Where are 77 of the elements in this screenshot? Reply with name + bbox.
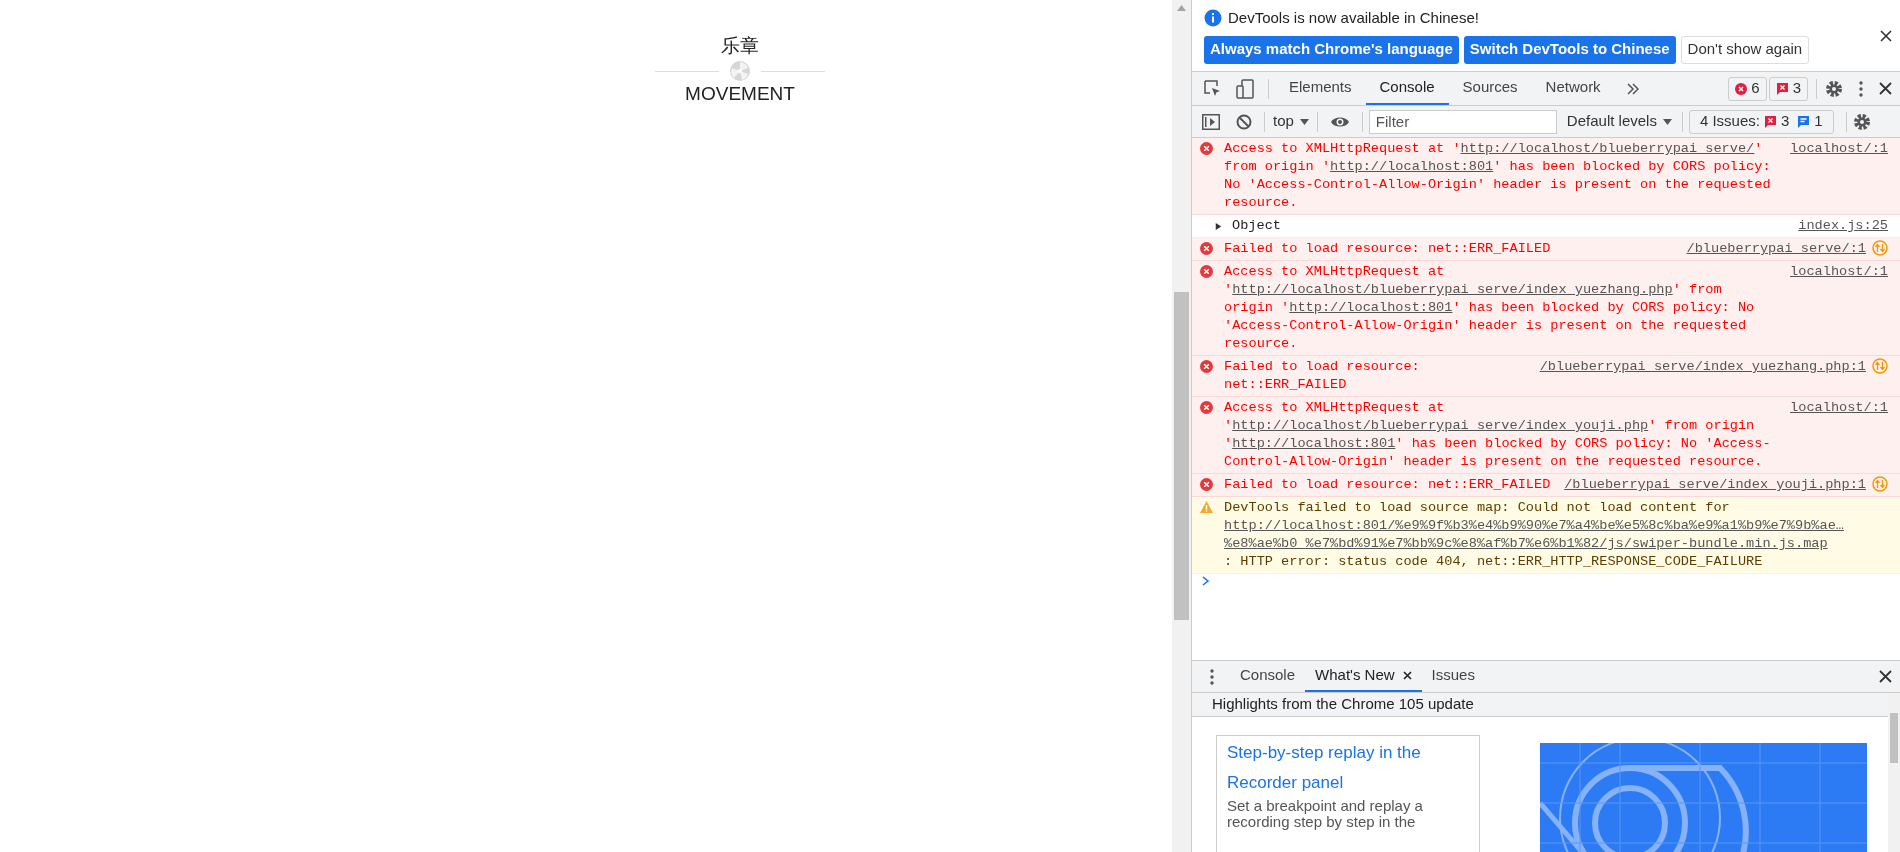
console-message: DevTools failed to load source map: Could not load content for http://localhost:801/%e9%9f%b3%e4%b9%90%e7%a4%be%e5%8c%ba%e9%a1%b9%e7%9b%ae…%e8%ae%b0_%e7%bd%91%e7%bb%9c%e8%af%b7%e6%b1%82/js/swiper-bundle.min.js.map : HTTP error: status code 404, net::ERR_HTTP_RESPONSE_CODE_FAILURE: [1224, 500, 1888, 569]
sidebar-toggle-icon[interactable]: [1202, 113, 1220, 130]
close-icon[interactable]: [1880, 30, 1892, 42]
source-link[interactable]: index.js:25: [1798, 217, 1888, 235]
device-toolbar-icon[interactable]: [1236, 78, 1256, 99]
inspect-icon[interactable]: [1204, 79, 1222, 98]
panel-tab[interactable]: Elements: [1275, 72, 1366, 105]
drawer-tab[interactable]: Console: [1230, 661, 1306, 692]
infobar-button[interactable]: Don't show again: [1680, 35, 1810, 64]
infobar-button[interactable]: Switch DevTools to Chinese: [1463, 35, 1676, 64]
issues-button[interactable]: 4 Issues: 3 1: [1688, 109, 1834, 134]
url-link[interactable]: http://localhost:801: [1232, 436, 1396, 451]
drawer-tab[interactable]: Issues: [1421, 661, 1485, 692]
object-label[interactable]: Object: [1232, 218, 1281, 233]
console-message: Access to XMLHttpRequest at 'http://localhost/blueberrypai_serve/index_youji.php' from origin 'http://localhost:801' has been blocked by CORS policy: No 'Access-Control-Allow-Origin' header is present on the requested resource.: [1224, 400, 1771, 469]
panel-header: Highlights from the Chrome 105 update: [1192, 693, 1888, 717]
url-link[interactable]: http://localhost/blueberrypai_serve/: [1460, 141, 1755, 156]
source-link[interactable]: localhost/:1: [1790, 140, 1888, 158]
info-icon: [1204, 9, 1222, 28]
console-message: Access to XMLHttpRequest at 'http://localhost/blueberrypai_serve/index_yuezhang.php' from origin 'http://localhost:801' has been blocked by CORS policy: No 'Access-Control-Allow-Origin' header is present on the requested resource.: [1224, 264, 1755, 351]
url-link[interactable]: http://localhost/blueberrypai_serve/index_yuezhang.php: [1232, 282, 1673, 297]
source-link[interactable]: /blueberrypai_serve/index_yuezhang.php:1: [1539, 358, 1866, 376]
disc-icon: [729, 60, 751, 82]
more-options-icon[interactable]: [1210, 668, 1214, 685]
error-icon: [1200, 265, 1213, 278]
prompt-icon[interactable]: [1202, 576, 1210, 586]
feature-description: Set a breakpoint and replay a recording step by step in the: [1227, 797, 1424, 830]
feature-card[interactable]: Step-by-step replay in the Recorder panel Set a breakpoint and replay a recording step by step in the: [1216, 734, 1480, 852]
console-message: Failed to load resource: net::ERR_FAILED: [1224, 477, 1551, 492]
info-message: DevTools is now available in Chinese!: [1228, 8, 1479, 28]
error-counter[interactable]: 6: [1728, 76, 1767, 101]
error-icon: [1200, 360, 1213, 373]
url-link[interactable]: http://localhost:801: [1330, 159, 1494, 174]
filter-field[interactable]: Filter: [1368, 109, 1557, 134]
error-icon: [1200, 242, 1213, 255]
feature-title[interactable]: Step-by-step replay in the Recorder panel: [1227, 737, 1469, 798]
settings-icon[interactable]: [1825, 79, 1843, 98]
more-tabs-icon[interactable]: [1626, 82, 1639, 95]
warning-icon: [1200, 501, 1213, 513]
log-levels-dropdown[interactable]: Default levels: [1566, 110, 1672, 133]
error-count: 6: [1751, 78, 1760, 99]
settings-icon[interactable]: [1852, 112, 1871, 131]
caret-icon: [1299, 118, 1309, 125]
source-link[interactable]: /blueberrypai_serve/:1: [1686, 240, 1866, 258]
issues-counter[interactable]: 3: [1768, 76, 1808, 101]
more-options-icon[interactable]: [1859, 80, 1863, 97]
caret-icon: [1662, 118, 1672, 125]
console-message: Failed to load resource: net::ERR_FAILED: [1224, 241, 1551, 256]
error-icon: [1200, 142, 1213, 155]
section-title: 乐章: [721, 34, 759, 58]
scrollbar-thumb[interactable]: [1890, 713, 1898, 763]
console-message: Failed to load resource: net::ERR_FAILED: [1224, 359, 1420, 392]
source-link[interactable]: localhost/:1: [1790, 399, 1888, 417]
infobar-button[interactable]: Always match Chrome's language: [1204, 35, 1459, 64]
close-icon[interactable]: [1879, 82, 1892, 95]
context-dropdown[interactable]: top: [1273, 110, 1309, 133]
close-tab-icon[interactable]: [1402, 671, 1412, 680]
message-icon: [1797, 115, 1811, 128]
issue-flag-icon: [1775, 82, 1789, 95]
url-link[interactable]: http://localhost/blueberrypai_serve/index_youji.php: [1232, 418, 1649, 433]
scrollbar-thumb[interactable]: [1174, 292, 1189, 620]
error-icon: [1735, 82, 1748, 95]
section-subtitle: MOVEMENT: [685, 82, 795, 106]
panel-tab[interactable]: Sources: [1448, 72, 1532, 105]
url-link[interactable]: http://localhost:801: [1289, 300, 1453, 315]
source-link[interactable]: /blueberrypai_serve/index_youji.php:1: [1564, 476, 1866, 494]
expand-arrow-icon[interactable]: [1215, 222, 1222, 231]
source-link[interactable]: localhost/:1: [1790, 263, 1888, 281]
error-icon: [1200, 478, 1213, 491]
error-icon: [1200, 401, 1213, 414]
url-link[interactable]: http://localhost:801/%e9%9f%b3%e4%b9%90%e7%a4%be%e5%8c%ba%e9%a1%b9%e7%9b%ae…%e8%ae%b0_%e7%bd%91%e7%bb%9c%e8%af%b7%e6%b1%82/js/swiper-bundle.min.js.map: [1224, 517, 1888, 553]
panel-tab[interactable]: Network: [1531, 72, 1615, 105]
issue-flag-icon: [1763, 115, 1777, 128]
close-icon[interactable]: [1879, 670, 1892, 683]
clear-console-icon[interactable]: [1236, 113, 1252, 130]
issue-count: 3: [1792, 78, 1801, 99]
console-message: Access to XMLHttpRequest at 'http://localhost/blueberrypai_serve/' from origin 'http://localhost:801' has been blocked by CORS policy: No 'Access-Control-Allow-Origin' header is present on the requested resource.: [1224, 141, 1771, 210]
